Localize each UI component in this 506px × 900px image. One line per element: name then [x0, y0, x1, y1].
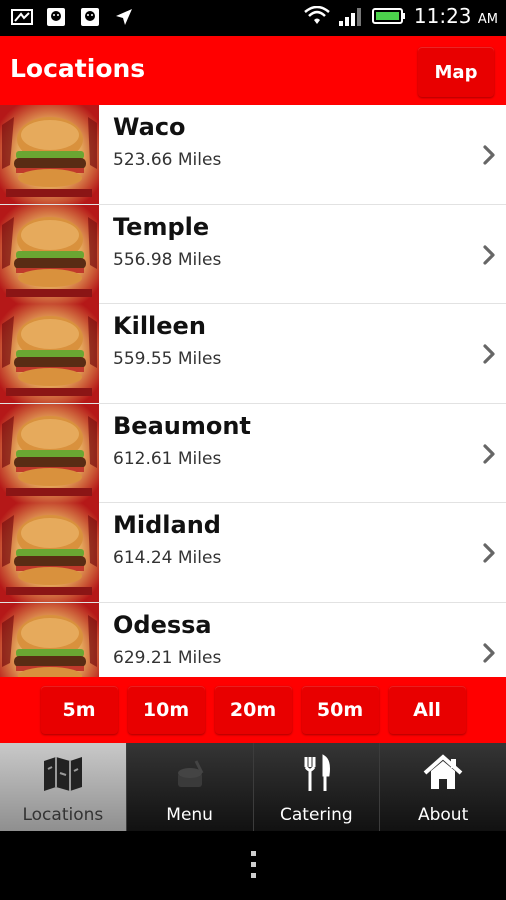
distance-filter-bar: 5m 10m 20m 50m All	[0, 677, 506, 743]
location-row[interactable]: Waco 523.66 Miles	[0, 105, 506, 205]
tab-about[interactable]: About	[380, 743, 506, 831]
location-name: Killeen	[113, 312, 206, 340]
home-icon	[421, 753, 465, 793]
header-bar: Locations Map	[0, 36, 506, 105]
location-distance: 612.61 Miles	[113, 448, 222, 469]
battery-icon	[371, 8, 405, 24]
location-row[interactable]: Midland 614.24 Miles	[0, 503, 506, 603]
clock: 11:23 AM	[413, 4, 498, 28]
location-row[interactable]: Beaumont 612.61 Miles	[0, 403, 506, 503]
location-row[interactable]: Killeen 559.55 Miles	[0, 304, 506, 404]
restaurant-logo	[0, 204, 99, 304]
map-button[interactable]: Map	[418, 47, 494, 97]
chevron-right-icon	[482, 145, 496, 165]
tab-menu[interactable]: Menu	[126, 743, 254, 831]
chevron-right-icon	[482, 642, 496, 663]
page-title: Locations	[10, 54, 146, 83]
restaurant-logo	[0, 503, 99, 602]
tab-bar: Locations Menu Catering About	[0, 743, 506, 831]
location-name: Waco	[113, 113, 186, 141]
filter-button-all[interactable]: All	[388, 686, 466, 734]
tab-label: Locations	[22, 805, 104, 825]
android-icon	[78, 6, 102, 28]
restaurant-logo	[0, 403, 99, 503]
map-icon	[41, 753, 85, 793]
location-row[interactable]: Temple 556.98 Miles	[0, 204, 506, 304]
location-name: Midland	[113, 511, 221, 539]
overflow-menu-icon[interactable]	[249, 851, 257, 881]
chevron-right-icon	[482, 543, 496, 563]
location-arrow-icon	[112, 6, 136, 28]
filter-button-20m[interactable]: 20m	[214, 686, 292, 734]
tab-catering[interactable]: Catering	[253, 743, 381, 831]
fork-knife-icon	[294, 753, 338, 793]
tab-locations[interactable]: Locations	[0, 743, 127, 831]
food-icon	[168, 753, 212, 793]
locations-list: Waco 523.66 Miles Temple 556.98 Miles Ki…	[0, 105, 506, 677]
filter-button-10m[interactable]: 10m	[127, 686, 205, 734]
restaurant-logo	[0, 105, 99, 204]
wifi-icon	[304, 6, 330, 24]
location-name: Beaumont	[113, 411, 251, 440]
tab-label: Menu	[166, 805, 213, 825]
chevron-right-icon	[482, 344, 496, 364]
location-row[interactable]: Odessa 629.21 Miles	[0, 602, 506, 677]
notification-icons	[10, 6, 136, 28]
location-distance: 559.55 Miles	[113, 349, 222, 369]
chevron-right-icon	[482, 244, 496, 265]
filter-button-5m[interactable]: 5m	[40, 686, 118, 734]
location-distance: 629.21 Miles	[113, 647, 222, 668]
status-bar: 11:23 AM	[0, 0, 506, 36]
email-icon	[10, 6, 34, 28]
location-distance: 614.24 Miles	[113, 548, 222, 568]
location-distance: 523.66 Miles	[113, 150, 222, 170]
location-distance: 556.98 Miles	[113, 249, 222, 270]
restaurant-logo	[0, 602, 99, 677]
android-icon	[44, 6, 68, 28]
chevron-right-icon	[482, 443, 496, 464]
tab-label: About	[417, 805, 469, 825]
restaurant-logo	[0, 304, 99, 403]
tab-label: Catering	[280, 805, 353, 825]
signal-icon	[338, 8, 361, 26]
filter-button-50m[interactable]: 50m	[301, 686, 379, 734]
location-name: Odessa	[113, 610, 212, 639]
location-name: Temple	[113, 212, 210, 241]
system-nav-bar	[0, 831, 506, 900]
